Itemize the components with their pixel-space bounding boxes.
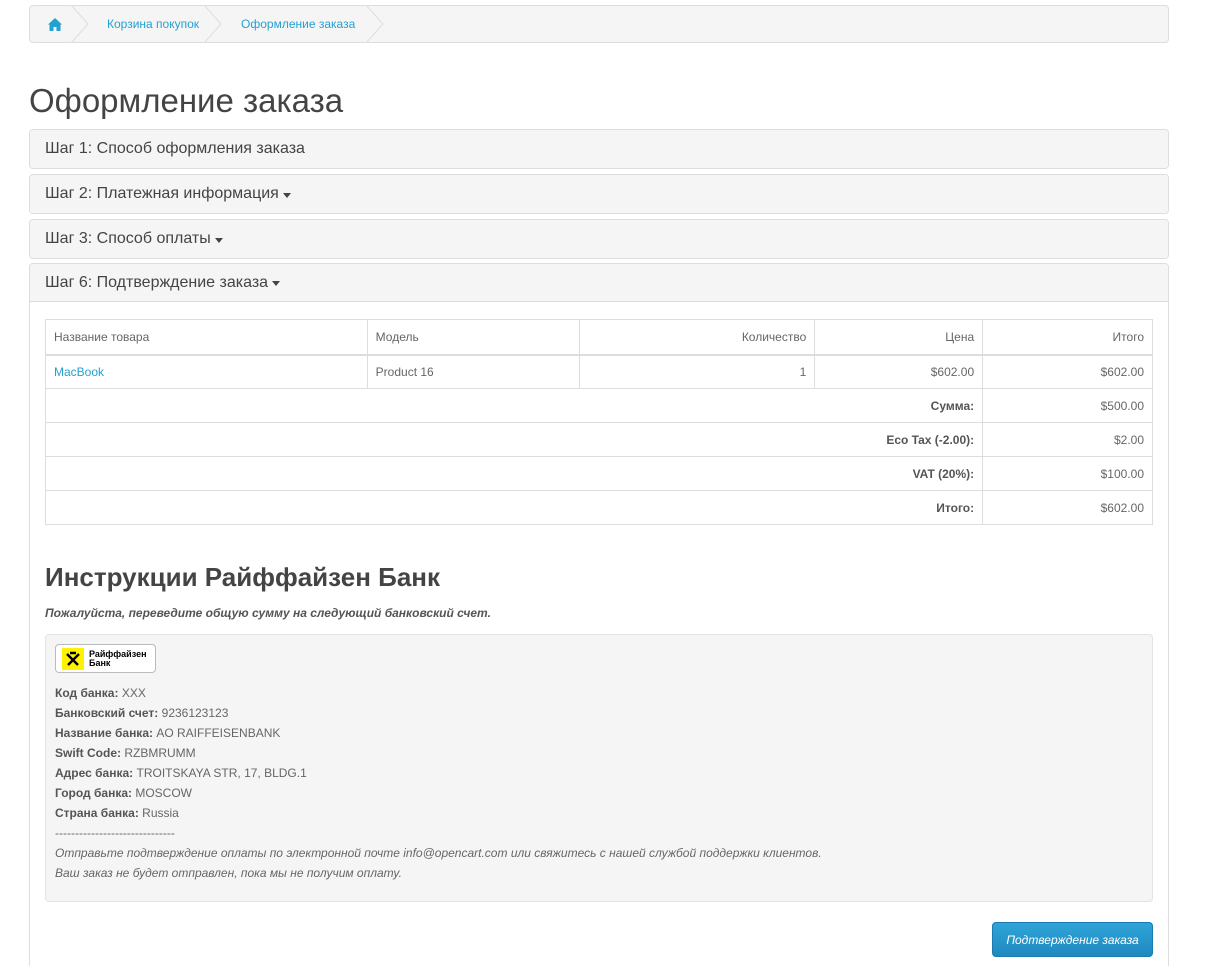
breadcrumb-separator <box>204 5 222 43</box>
totals-row: VAT (20%): $100.00 <box>44 456 1153 491</box>
totals-row: Eco Tax (-2.00): $2.00 <box>44 422 1153 457</box>
totals-value: $500.00 <box>982 388 1153 423</box>
bank-field: Код банка: XXX <box>55 686 146 700</box>
breadcrumb: Корзина покупок Оформление заказа <box>29 5 1169 43</box>
totals-value: $100.00 <box>982 456 1153 491</box>
page-title: Оформление заказа <box>29 82 344 119</box>
step-6-title: Шаг 6: Подтверждение заказа <box>45 273 269 291</box>
caret-down-icon <box>272 281 281 286</box>
step-3-title: Шаг 3: Способ оплаты <box>45 230 211 247</box>
caret-down-icon <box>282 192 291 198</box>
step-2-panel: Шаг 2: Платежная информация <box>29 174 1169 214</box>
bank-field: Swift Code: RZBMRUMM <box>55 746 196 760</box>
step-1-title: Шаг 1: Способ оформления заказа <box>45 140 305 157</box>
instructions-title: Инструкции Райффайзен Банк <box>45 562 440 592</box>
product-link[interactable]: MacBook <box>54 365 104 379</box>
bank-details-well: Райффайзен Банк Код банка: XXX Банковски… <box>45 634 1153 902</box>
table-row: MacBook Product 16 1 $602.00 $602.00 <box>45 354 1153 389</box>
product-total: $602.00 <box>982 354 1153 389</box>
home-icon <box>48 17 62 31</box>
totals-label: VAT (20%): <box>912 466 975 481</box>
totals-label: Итого: <box>936 500 975 515</box>
product-quantity: 1 <box>579 354 816 389</box>
shipping-note: Ваш заказ не будет отправлен, пока мы не… <box>55 866 402 880</box>
confirm-order-button[interactable]: Подтверждение заказа <box>992 922 1153 957</box>
breadcrumb-home[interactable] <box>30 5 89 43</box>
step-3-panel: Шаг 3: Способ оплаты <box>29 219 1169 259</box>
totals-row: Итого: $602.00 <box>44 490 1153 525</box>
product-model: Product 16 <box>366 354 581 389</box>
col-product-name: Название товара <box>45 319 368 356</box>
order-table: Название товара Модель Количество Цена И… <box>44 319 1153 525</box>
col-price: Цена <box>814 319 984 356</box>
totals-value: $2.00 <box>982 422 1153 457</box>
raiffeisen-logo-icon <box>62 647 84 670</box>
step-1-panel: Шаг 1: Способ оформления заказа <box>29 129 1169 169</box>
bank-logo: Райффайзен Банк <box>55 644 156 673</box>
col-model: Модель <box>366 319 581 356</box>
col-total: Итого <box>982 319 1153 356</box>
step-2-title: Шаг 2: Платежная информация <box>45 185 279 202</box>
bank-field: Банковский счет: 9236123123 <box>55 706 229 720</box>
payment-note: Отправьте подтверждение оплаты по электр… <box>55 846 822 860</box>
product-price: $602.00 <box>814 354 984 389</box>
col-quantity: Количество <box>579 319 816 356</box>
totals-row: Сумма: $500.00 <box>44 388 1153 423</box>
caret-down-icon <box>214 237 223 243</box>
step-6-heading[interactable]: Шаг 6: Подтверждение заказа <box>30 264 1168 302</box>
breadcrumb-separator <box>366 5 384 43</box>
bank-field: Название банка: AO RAIFFEISENBANK <box>55 726 281 740</box>
bank-field: Страна банка: Russia <box>55 806 179 820</box>
step-1-heading[interactable]: Шаг 1: Способ оформления заказа <box>30 130 1168 168</box>
step-3-heading[interactable]: Шаг 3: Способ оплаты <box>30 220 1168 258</box>
breadcrumb-checkout-link[interactable]: Оформление заказа <box>241 17 355 31</box>
bank-field: Город банка: MOSCOW <box>55 786 193 800</box>
breadcrumb-cart-link[interactable]: Корзина покупок <box>107 17 199 31</box>
bank-logo-text: Райффайзен Банк <box>89 648 147 668</box>
totals-label: Сумма: <box>930 398 975 413</box>
bank-field: Адрес банка: TROITSKAYA STR, 17, BLDG.1 <box>55 766 307 780</box>
step-6-panel: Шаг 6: Подтверждение заказа Название тов… <box>29 263 1169 966</box>
totals-label: Eco Tax (-2.00): <box>886 432 975 447</box>
separator-line: ------------------------------ <box>55 826 175 840</box>
table-header-row: Название товара Модель Количество Цена И… <box>45 319 1153 356</box>
totals-value: $602.00 <box>982 490 1153 525</box>
bank-info: Код банка: XXX Банковский счет: 92361231… <box>55 683 1143 883</box>
step-2-heading[interactable]: Шаг 2: Платежная информация <box>30 175 1168 213</box>
breadcrumb-separator <box>71 5 89 43</box>
instructions-subtitle: Пожалуйста, переведите общую сумму на сл… <box>45 606 491 620</box>
